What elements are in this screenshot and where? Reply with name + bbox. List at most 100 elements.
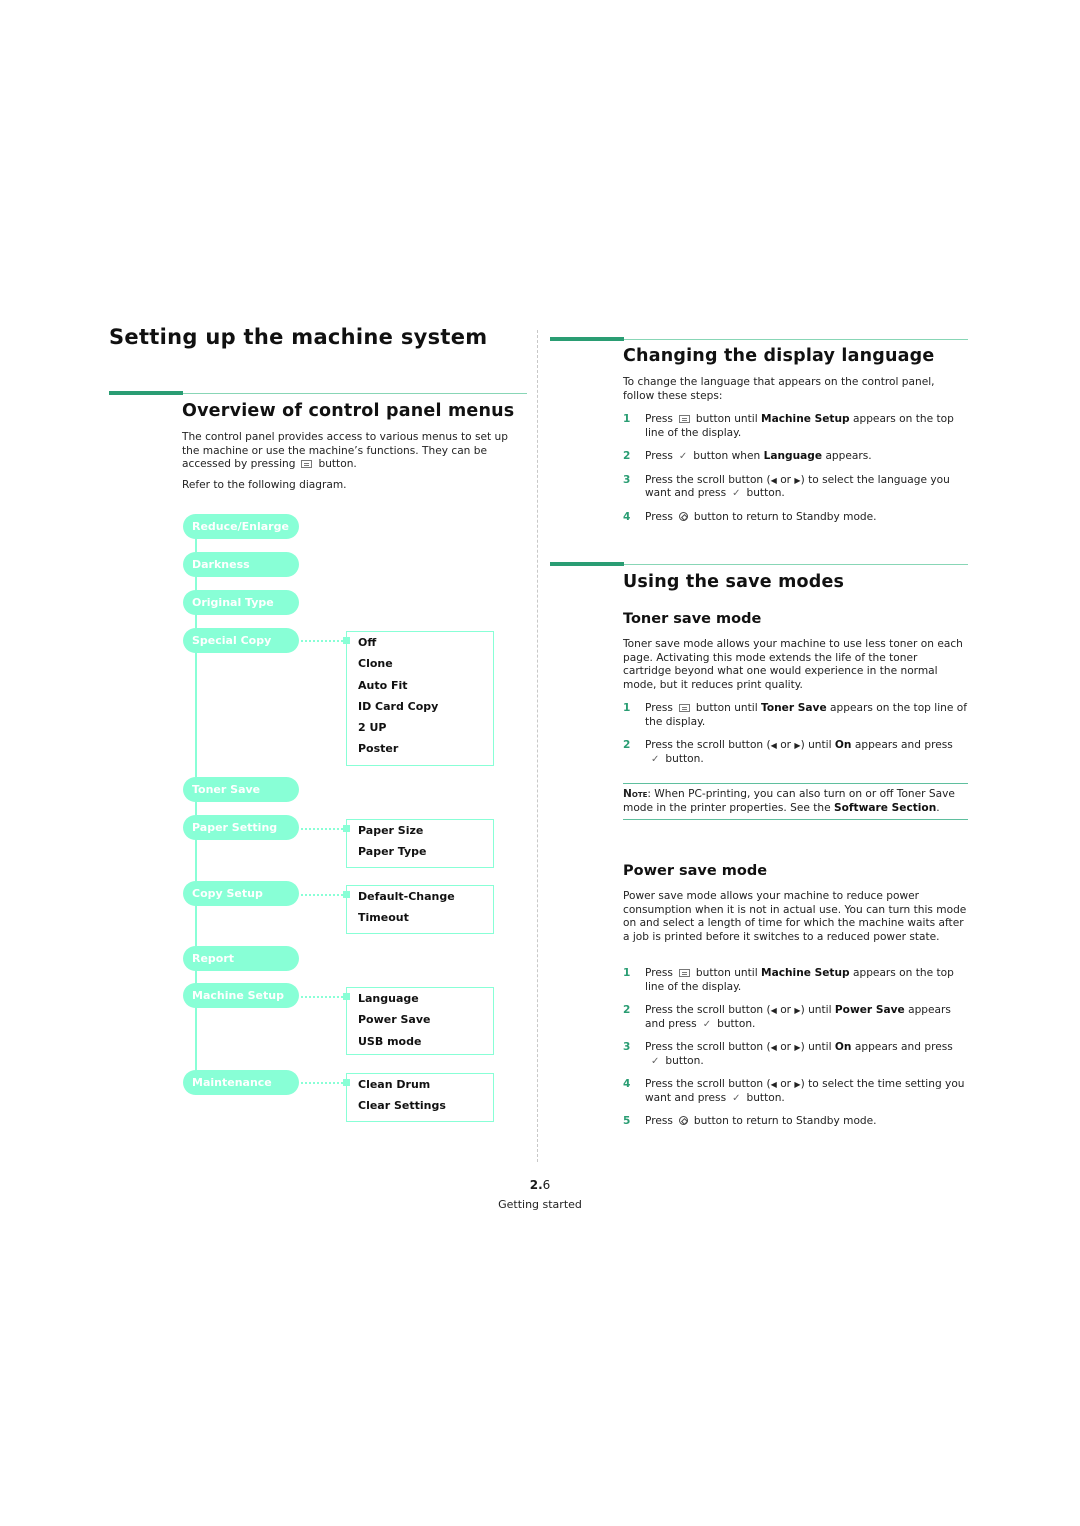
ok-check-icon: ✓ — [732, 1092, 741, 1104]
step-number: 5 — [623, 1115, 631, 1127]
scroll-left-icon: ◀ — [770, 1043, 777, 1052]
step-number: 2 — [623, 1004, 631, 1016]
ok-check-icon: ✓ — [651, 753, 660, 765]
step-text: or — [780, 473, 792, 486]
column-divider — [537, 330, 538, 1162]
step-text: Press the scroll button ( — [645, 1078, 771, 1090]
note-end: . — [936, 801, 940, 814]
step-item: 4 Press the scroll button (◀ or ▶) to sel… — [623, 1078, 968, 1105]
overview-paragraph: The control panel provides access to var… — [182, 431, 527, 472]
step-text: Press the scroll button ( — [645, 473, 771, 486]
page-title: Setting up the machine system — [109, 325, 488, 349]
step-text: Press the scroll button ( — [645, 1041, 771, 1053]
step-bold: Language — [763, 450, 823, 462]
section-rule-accent — [109, 391, 183, 395]
step-number: 1 — [623, 967, 631, 979]
footer-chapter: Getting started — [498, 1198, 582, 1211]
submenu-copy-setup: Default-Change Timeout — [346, 885, 494, 934]
step-text: or — [780, 1004, 792, 1016]
menu-button-icon — [678, 704, 690, 712]
step-text: ) until — [800, 1041, 832, 1053]
stop-clear-icon — [678, 511, 688, 521]
submenu-maintenance: Clean Drum Clear Settings — [346, 1073, 494, 1122]
step-text: appears and press — [854, 739, 953, 751]
menu-pill-machine-setup: Machine Setup — [183, 983, 299, 1008]
note-label: Note — [623, 788, 648, 800]
overview-refer: Refer to the following diagram. — [182, 479, 347, 491]
step-text: button. — [665, 752, 704, 765]
power-steps: 1 Press button until Machine Setup appears… — [623, 967, 968, 1139]
step-text: Press — [645, 413, 673, 425]
power-save-heading: Power save mode — [623, 863, 768, 879]
submenu-special-copy: Off Clone Auto Fit ID Card Copy 2 UP Pos… — [346, 631, 494, 766]
step-text: or — [780, 1041, 792, 1053]
step-number: 1 — [623, 702, 631, 714]
step-text: button until — [695, 702, 758, 714]
step-text: button. — [717, 1017, 756, 1030]
step-text: or — [780, 1078, 792, 1090]
toner-steps: 1 Press button until Toner Save appears on… — [623, 702, 968, 776]
submenu-item: Poster — [358, 742, 399, 756]
step-text: button until — [695, 413, 758, 425]
menu-pill-copy-setup: Copy Setup — [183, 881, 299, 906]
step-number: 1 — [623, 413, 631, 425]
step-number: 4 — [623, 510, 631, 523]
step-item: 5 Press button to return to Standby mode. — [623, 1115, 968, 1129]
section-rule — [183, 393, 527, 394]
step-text: button until — [695, 967, 758, 979]
submenu-item: Default-Change — [358, 890, 455, 903]
menu-pill-reduce-enlarge: Reduce/Enlarge — [183, 514, 299, 539]
step-text: Press — [645, 702, 673, 714]
step-item: 1 Press button until Machine Setup appears… — [623, 967, 968, 994]
connector-dots — [301, 894, 343, 896]
step-text: button. — [746, 487, 785, 499]
step-bold: Power Save — [834, 1004, 905, 1016]
step-text: Press — [645, 967, 673, 979]
step-text: or — [780, 739, 792, 751]
step-text: Press the scroll button ( — [645, 1004, 771, 1016]
menu-button-icon — [678, 415, 690, 423]
step-item: 4 Press button to return to Standby mode. — [623, 511, 968, 525]
step-text: ) until — [800, 739, 832, 751]
submenu-item: Timeout — [358, 911, 409, 925]
submenu-item: Clean Drum — [358, 1078, 431, 1091]
connector-dots — [301, 1082, 343, 1084]
power-save-intro: Power save mode allows your machine to r… — [623, 890, 967, 943]
step-text: button when — [693, 450, 761, 462]
menu-button-icon — [301, 460, 313, 468]
menu-pill-report: Report — [183, 946, 299, 971]
scroll-left-icon: ◀ — [770, 741, 777, 750]
step-number: 3 — [623, 473, 631, 486]
language-heading: Changing the display language — [623, 346, 935, 366]
submenu-item: Language — [358, 992, 419, 1005]
submenu-item: Power Save — [358, 1013, 431, 1027]
menu-pill-paper-setting: Paper Setting — [183, 815, 299, 840]
menu-button-icon — [678, 969, 690, 977]
step-text: appears and press — [854, 1041, 953, 1053]
menu-pill-special-copy: Special Copy — [183, 628, 299, 653]
submenu-item: Clear Settings — [358, 1099, 446, 1113]
step-text: Press — [645, 1115, 673, 1127]
ok-check-icon: ✓ — [732, 488, 741, 499]
step-number: 4 — [623, 1078, 631, 1090]
step-item: 2 Press ✓ button when Language appears. — [623, 450, 968, 464]
step-bold: Machine Setup — [761, 413, 850, 425]
menu-pill-maintenance: Maintenance — [183, 1070, 299, 1095]
step-number: 2 — [623, 739, 631, 751]
ok-check-icon: ✓ — [651, 1055, 660, 1067]
submenu-item: Auto Fit — [358, 678, 408, 692]
step-text: button. — [665, 1054, 704, 1067]
menu-pill-toner-save: Toner Save — [183, 777, 299, 802]
step-item: 3 Press the scroll button (◀ or ▶) until … — [623, 1041, 968, 1068]
submenu-item: 2 UP — [358, 721, 387, 735]
step-bold: Machine Setup — [761, 967, 850, 979]
section-rule — [624, 339, 968, 340]
step-text: appears. — [825, 450, 872, 462]
submenu-item: Clone — [358, 657, 393, 671]
overview-text-end: button. — [318, 458, 357, 470]
stop-clear-icon — [678, 1116, 688, 1125]
scroll-left-icon: ◀ — [770, 475, 777, 485]
step-item: 1 Press button until Toner Save appears on… — [623, 702, 968, 729]
connector-dots — [301, 828, 343, 830]
overview-heading: Overview of control panel menus — [182, 401, 515, 421]
